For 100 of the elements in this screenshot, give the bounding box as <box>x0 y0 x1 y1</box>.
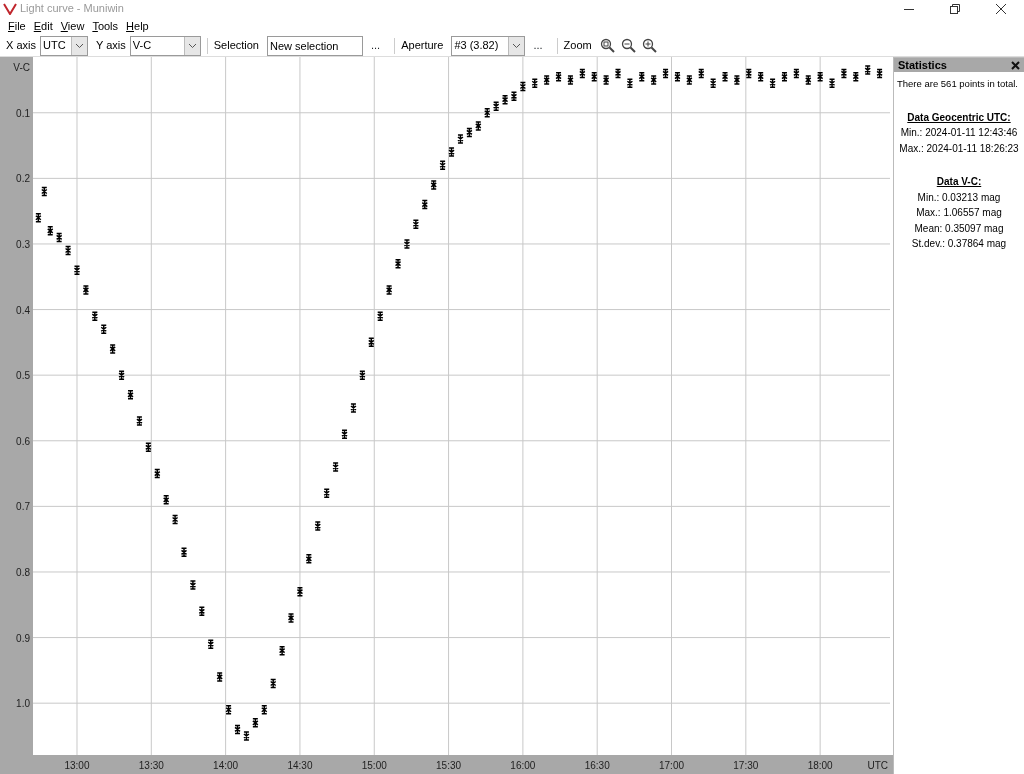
data-point <box>296 586 304 597</box>
data-point <box>127 390 134 400</box>
stat-line: Min.: 2024-01-11 12:43:46 <box>899 126 1019 140</box>
menu-item[interactable]: Help <box>122 17 153 35</box>
data-point <box>154 468 161 479</box>
data-point <box>412 219 420 230</box>
caret-icon <box>512 42 522 49</box>
x-tick-label: 13:30 <box>138 760 164 771</box>
data-point <box>579 68 586 79</box>
y-tick-label: 0.3 <box>16 238 30 250</box>
data-point <box>864 65 871 75</box>
close-icon[interactable] <box>1011 60 1020 70</box>
data-point <box>721 71 729 82</box>
data-point <box>162 495 170 505</box>
x-tick-label: 17:30 <box>733 760 759 771</box>
data-point <box>278 645 286 656</box>
data-point <box>781 71 788 82</box>
zoom-out-icon[interactable] <box>620 38 636 53</box>
data-point <box>350 403 357 413</box>
selection-field[interactable]: New selection <box>267 35 363 56</box>
data-point <box>686 75 693 85</box>
data-point <box>269 678 277 689</box>
data-point <box>638 71 646 82</box>
data-point <box>359 370 366 380</box>
data-point <box>626 78 634 88</box>
data-point <box>466 127 473 138</box>
data-point <box>323 488 330 498</box>
data-point <box>852 71 860 82</box>
data-point <box>368 337 375 348</box>
restore-icon[interactable] <box>950 3 960 14</box>
y-tick-label: 0.5 <box>16 370 30 382</box>
data-point <box>531 78 538 88</box>
data-point <box>430 180 437 190</box>
data-point <box>109 344 116 354</box>
data-point <box>602 75 610 85</box>
data-point <box>394 258 402 269</box>
panel-title: Statistics <box>898 58 947 72</box>
section-heading: Data Geocentric UTC: <box>906 110 1012 125</box>
zoom-fit-icon[interactable] <box>599 38 615 53</box>
menu-item[interactable]: Tools <box>88 17 123 35</box>
y-axis-dropdown[interactable]: V-C <box>129 35 201 56</box>
toolbar-label: X axis <box>6 38 36 54</box>
x-tick-label: 15:30 <box>436 760 462 771</box>
x-tick-label: 15:00 <box>361 760 387 771</box>
y-tick-label: 0.4 <box>16 304 30 316</box>
data-point <box>82 285 90 295</box>
menu-item[interactable]: Edit <box>29 17 57 35</box>
data-point <box>314 521 321 531</box>
stat-line: Mean: 0.35097 mag <box>913 221 1005 236</box>
x-axis-dropdown[interactable]: UTC <box>39 35 88 56</box>
y-tick-label: 0.9 <box>16 632 30 644</box>
data-point <box>73 265 81 275</box>
data-point <box>475 121 482 131</box>
caret-icon <box>74 42 84 49</box>
menu-item[interactable]: File <box>4 17 30 35</box>
data-point <box>332 462 339 472</box>
data-point <box>287 613 295 623</box>
close-icon[interactable] <box>996 3 1006 14</box>
app-logo-icon <box>3 2 17 15</box>
data-point <box>709 78 717 88</box>
data-point <box>252 718 259 728</box>
data-point <box>733 75 741 85</box>
data-point <box>216 672 223 682</box>
data-point <box>64 245 72 256</box>
menu-item[interactable]: View <box>56 17 89 35</box>
y-tick-label: 1.0 <box>16 698 30 710</box>
data-point <box>225 705 232 715</box>
data-point <box>198 606 206 617</box>
y-tick-label: 0.8 <box>16 566 30 578</box>
data-point <box>674 71 681 82</box>
x-axis-title: UTC <box>867 760 888 771</box>
zoom-in-icon[interactable] <box>641 38 657 53</box>
data-point <box>35 212 42 223</box>
data-point <box>385 285 393 295</box>
data-point <box>100 324 107 334</box>
toolbar-label: Y axis <box>95 38 126 54</box>
toolbar-label: Zoom <box>563 38 592 54</box>
more-button[interactable]: ... <box>533 37 543 54</box>
data-point <box>305 554 313 564</box>
data-point <box>555 71 562 82</box>
data-point <box>816 71 824 82</box>
data-point <box>650 75 657 85</box>
data-point <box>421 199 429 210</box>
data-point <box>457 134 464 144</box>
stat-line: Max.: 1.06557 mag <box>915 206 1003 220</box>
data-point <box>805 75 812 85</box>
data-point <box>448 147 455 157</box>
aperture-dropdown[interactable]: #3 (3.82) <box>451 35 526 56</box>
data-point <box>145 442 152 453</box>
data-point <box>840 68 848 79</box>
x-tick-label: 17:00 <box>659 760 685 771</box>
data-point <box>207 639 214 649</box>
toolbar-label: Aperture <box>401 38 444 54</box>
data-point <box>745 68 753 79</box>
data-point <box>769 78 776 88</box>
data-point <box>757 71 764 82</box>
data-point <box>567 75 574 85</box>
y-tick-label: 0.6 <box>16 435 30 447</box>
more-button[interactable]: ... <box>371 37 381 54</box>
x-tick-label: 16:30 <box>584 760 610 771</box>
